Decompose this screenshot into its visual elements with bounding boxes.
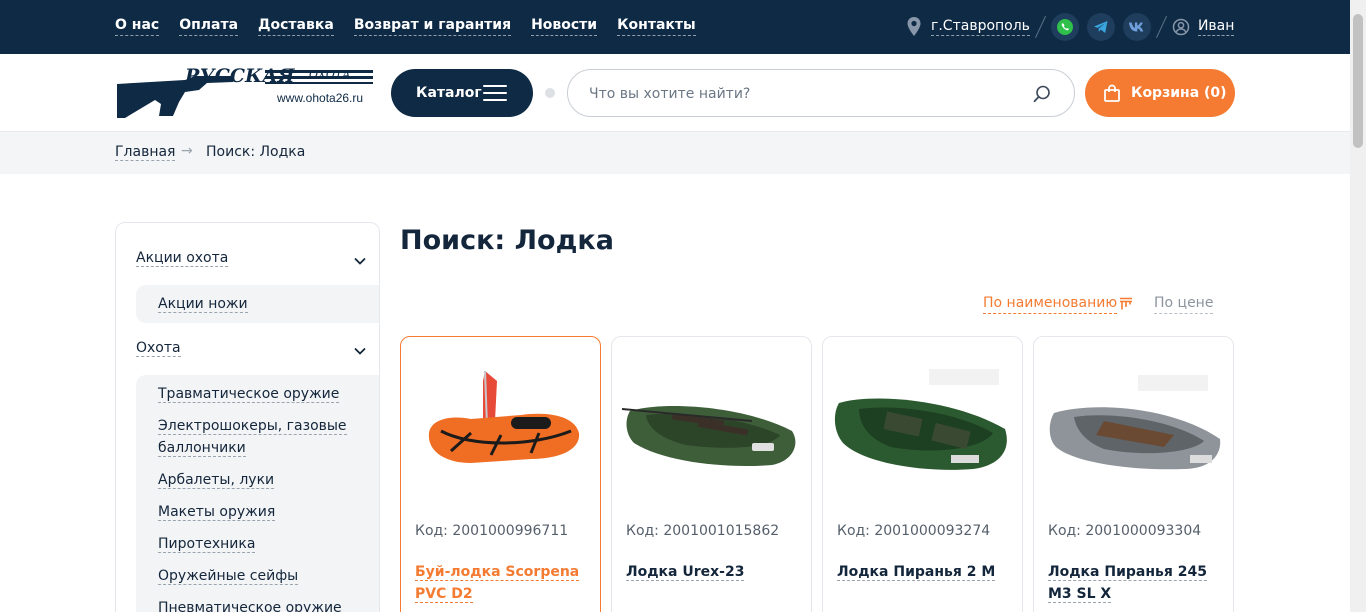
chevron-down-icon[interactable] [353, 256, 367, 266]
sidebar-item-crossbows[interactable]: Арбалеты, луки [158, 469, 275, 491]
divider [1034, 15, 1046, 39]
status-dot [545, 88, 555, 98]
sidebar-item-weapon-models[interactable]: Макеты оружия [158, 501, 276, 523]
catalog-button[interactable]: Каталог [391, 69, 533, 117]
breadcrumb-home[interactable]: Главная [115, 144, 176, 161]
cart-label: Корзина (0) [1131, 85, 1227, 101]
catalog-label: Каталог [416, 85, 482, 101]
logo-domain: www.ohota26.ru [277, 91, 364, 105]
category-sidebar: Акции охота Акции ножи Охота Травматичес… [115, 222, 380, 612]
site-logo[interactable]: РУССКАЯ ОХОТА www.ohota26.ru [115, 65, 375, 120]
product-name[interactable]: Лодка Urex-23 [626, 561, 801, 583]
product-card[interactable]: Код: 2001001015862 Лодка Urex-23 [611, 336, 812, 612]
product-code: Код: 2001000996711 [415, 523, 569, 539]
divider [1155, 15, 1167, 39]
breadcrumb: Главная → Поиск: Лодка [0, 131, 1350, 174]
product-code: Код: 2001001015862 [626, 523, 780, 539]
telegram-icon[interactable] [1086, 13, 1115, 41]
search-box [567, 69, 1075, 117]
page-scrollbar[interactable] [1350, 0, 1366, 612]
product-card[interactable]: Код: 2001000093274 Лодка Пиранья 2 М [822, 336, 1023, 612]
sidebar-item-knife-sales[interactable]: Акции ножи [158, 293, 248, 315]
city-selector[interactable]: г.Ставрополь [931, 18, 1030, 36]
nav-link-returns[interactable]: Возврат и гарантия [353, 17, 512, 36]
menu-icon [483, 85, 507, 101]
page-title: Поиск: Лодка [400, 225, 614, 256]
nav-link-delivery[interactable]: Доставка [258, 17, 334, 36]
sort-by-name[interactable]: По наименованию [983, 295, 1118, 314]
top-nav: О нас Оплата Доставка Возврат и гарантия… [115, 17, 716, 36]
sidebar-group-hunting-sales[interactable]: Акции охота [136, 250, 229, 267]
search-input[interactable] [589, 84, 1009, 104]
sidebar-group-hunting[interactable]: Охота [136, 340, 181, 357]
sidebar-item-air-guns[interactable]: Пневматическое оружие [158, 597, 342, 612]
top-right-tools: г.Ставрополь Иван [906, 13, 1235, 41]
product-name[interactable]: Буй-лодка Scorpena PVC D2 [415, 561, 590, 605]
product-image-boat [834, 369, 1007, 470]
product-image-boat [622, 405, 796, 467]
scrollbar-thumb[interactable] [1353, 14, 1363, 148]
nav-link-payment[interactable]: Оплата [179, 17, 239, 36]
cart-button[interactable]: Корзина (0) [1085, 69, 1235, 117]
product-image-buoy-boat [428, 370, 580, 463]
search-icon[interactable] [1032, 84, 1052, 104]
sidebar-item-gun-safes[interactable]: Оружейные сейфы [158, 565, 299, 587]
sort-icon[interactable] [1118, 297, 1134, 311]
nav-link-about[interactable]: О нас [115, 17, 160, 36]
svg-text:РУССКАЯ: РУССКАЯ [184, 66, 296, 87]
top-bar: О нас Оплата Доставка Возврат и гарантия… [0, 0, 1350, 54]
user-name[interactable]: Иван [1197, 18, 1235, 36]
nav-link-news[interactable]: Новости [531, 17, 598, 36]
sidebar-item-stun-guns[interactable]: Электрошокеры, газовые баллончики [158, 415, 358, 459]
chevron-down-icon[interactable] [353, 346, 367, 356]
product-name[interactable]: Лодка Пиранья 245 М3 SL X [1048, 561, 1223, 605]
product-code: Код: 2001000093274 [837, 523, 991, 539]
nav-link-contacts[interactable]: Контакты [617, 17, 696, 36]
location-pin-icon [907, 17, 921, 36]
vk-icon[interactable] [1122, 13, 1151, 41]
product-code: Код: 2001000093304 [1048, 523, 1202, 539]
product-name[interactable]: Лодка Пиранья 2 М [837, 561, 1012, 583]
breadcrumb-current: Поиск: Лодка [206, 144, 306, 160]
sort-by-price[interactable]: По цене [1154, 295, 1214, 314]
sidebar-item-traumatic-weapons[interactable]: Травматическое оружие [158, 383, 340, 405]
product-image-boat [1049, 375, 1221, 470]
sidebar-item-pyrotechnics[interactable]: Пиротехника [158, 533, 256, 555]
arrow-right-icon: → [181, 143, 193, 159]
user-icon [1172, 18, 1190, 36]
whatsapp-icon[interactable] [1050, 13, 1079, 41]
product-card[interactable]: Код: 2001000093304 Лодка Пиранья 245 М3 … [1033, 336, 1234, 612]
svg-text:ОХОТА: ОХОТА [309, 68, 351, 81]
shopping-bag-icon [1104, 84, 1120, 102]
product-card[interactable]: Код: 2001000996711 Буй-лодка Scorpena PV… [400, 336, 601, 612]
